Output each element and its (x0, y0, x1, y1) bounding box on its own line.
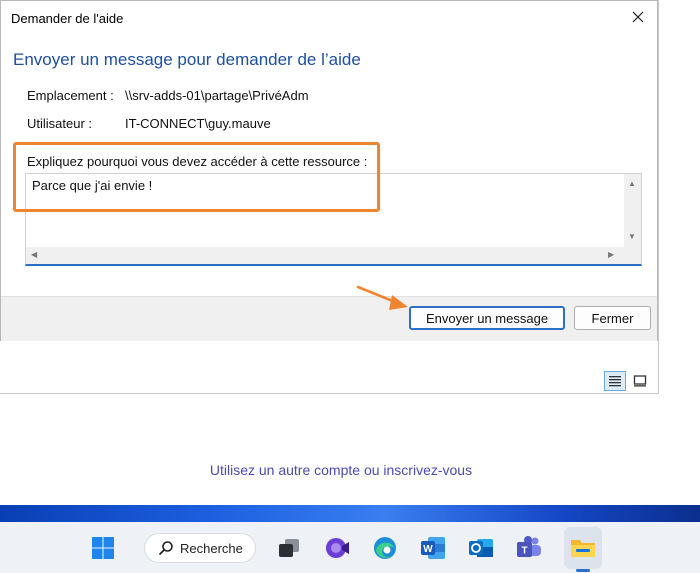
dialog-title: Demander de l'aide (11, 11, 124, 26)
user-label: Utilisateur : (27, 116, 93, 131)
location-label: Emplacement : (27, 88, 114, 103)
scroll-corner (624, 247, 641, 264)
teams-button[interactable]: T (512, 531, 546, 565)
windows-start-button[interactable] (86, 531, 120, 565)
file-explorer-icon (571, 540, 595, 557)
scroll-up-icon[interactable]: ▲ (628, 179, 636, 188)
large-icons-view-button[interactable] (630, 371, 650, 391)
scroll-left-icon[interactable]: ◀ (31, 250, 37, 259)
dialog-close-button[interactable] (625, 5, 651, 29)
word-button[interactable]: W (416, 531, 450, 565)
annotation-arrow-icon (356, 285, 408, 310)
large-icons-view-icon (633, 375, 647, 387)
outlook-button[interactable] (464, 531, 498, 565)
location-value: \\srv-adds-01\partage\PrivéAdm (125, 88, 309, 103)
edge-button[interactable] (368, 531, 402, 565)
annotation-highlight-box (13, 142, 380, 212)
file-explorer-button[interactable] (566, 531, 600, 565)
outlook-icon (469, 539, 493, 557)
taskbar: Recherche W T (0, 522, 700, 573)
active-app-indicator (576, 569, 590, 572)
task-view-icon (279, 539, 299, 557)
scroll-down-icon[interactable]: ▼ (628, 232, 636, 241)
search-icon (158, 540, 174, 556)
clipchamp-button[interactable] (320, 531, 354, 565)
edge-icon (374, 537, 396, 559)
desktop-wallpaper (0, 505, 700, 522)
task-view-button[interactable] (272, 531, 306, 565)
svg-text:T: T (521, 546, 527, 557)
teams-icon: T (517, 536, 541, 557)
word-icon: W (421, 537, 445, 559)
svg-text:W: W (423, 544, 433, 555)
send-message-button[interactable]: Envoyer un message (409, 306, 565, 330)
clipchamp-icon (326, 538, 349, 558)
taskbar-search[interactable]: Recherche (144, 533, 256, 563)
dialog-heading: Envoyer un message pour demander de l’ai… (13, 50, 361, 69)
details-view-button[interactable] (604, 371, 626, 391)
close-icon (632, 11, 644, 23)
search-label: Recherche (180, 540, 243, 556)
details-view-icon (609, 376, 621, 387)
windows-start-icon (92, 537, 114, 559)
horizontal-scrollbar[interactable]: ◀ ▶ (26, 247, 624, 264)
vertical-scrollbar[interactable]: ▲ ▼ (624, 174, 641, 248)
user-value: IT-CONNECT\guy.mauve (125, 116, 271, 131)
alt-account-link[interactable]: Utilisez un autre compte ou inscrivez-vo… (0, 462, 682, 478)
close-button[interactable]: Fermer (574, 306, 651, 330)
scroll-right-icon[interactable]: ▶ (608, 250, 614, 259)
help-request-dialog: Demander de l'aide Envoyer un message po… (0, 0, 658, 341)
